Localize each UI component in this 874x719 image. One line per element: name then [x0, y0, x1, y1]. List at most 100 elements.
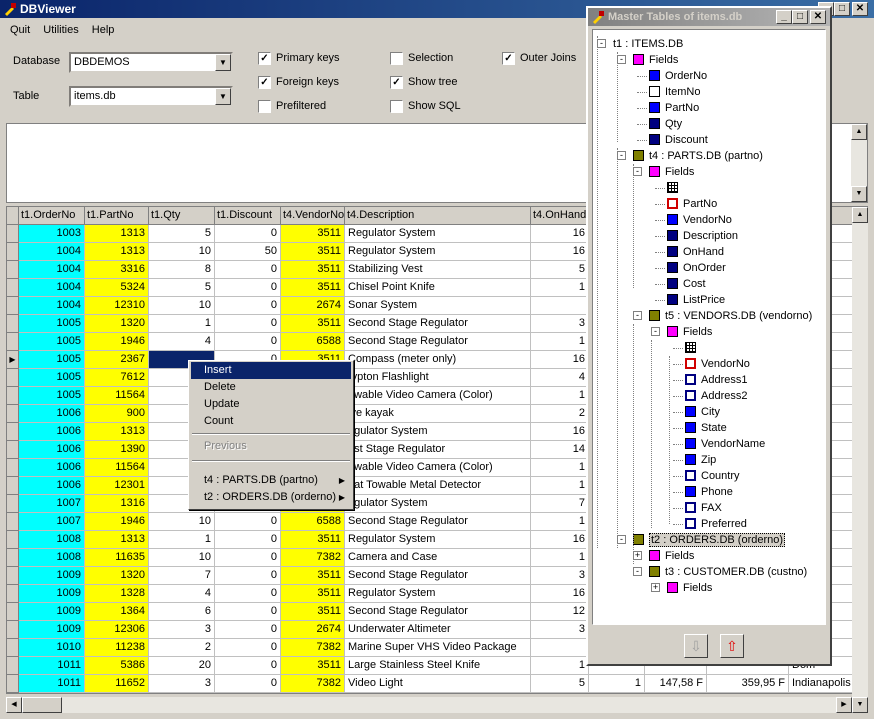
tree-node[interactable]: Fields: [667, 324, 712, 340]
column-header[interactable]: t1.Qty: [149, 207, 215, 225]
column-header[interactable]: t1.Discount: [215, 207, 281, 225]
row-indicator[interactable]: [7, 567, 19, 585]
table-cell[interactable]: rypton Flashlight: [345, 369, 531, 387]
table-cell[interactable]: 1006: [19, 423, 85, 441]
table-cell[interactable]: 3511: [281, 243, 345, 261]
table-cell[interactable]: 147,58 F: [645, 675, 707, 693]
table-cell[interactable]: 14: [531, 441, 589, 459]
table-cell[interactable]: Regulator System: [345, 585, 531, 603]
table-cell[interactable]: 1: [149, 531, 215, 549]
tree-node[interactable]: ListPrice: [667, 292, 725, 308]
table-cell[interactable]: oat Towable Metal Detector: [345, 477, 531, 495]
table-cell[interactable]: 12301: [85, 477, 149, 495]
master-maximize-button[interactable]: □: [792, 10, 808, 24]
table-cell[interactable]: 1011: [19, 675, 85, 693]
table-cell[interactable]: 0: [215, 513, 281, 531]
menu-count[interactable]: Count: [191, 413, 351, 430]
checkbox-box[interactable]: [258, 100, 271, 113]
menu-utilities[interactable]: Utilities: [43, 24, 78, 36]
table-cell[interactable]: 1005: [19, 369, 85, 387]
table-cell[interactable]: 1320: [85, 315, 149, 333]
table-select[interactable]: items.db ▼: [69, 86, 233, 107]
table-cell[interactable]: 1009: [19, 621, 85, 639]
table-cell[interactable]: 1: [531, 513, 589, 531]
row-indicator[interactable]: [7, 279, 19, 297]
table-cell[interactable]: 3511: [281, 567, 345, 585]
table-cell[interactable]: 12306: [85, 621, 149, 639]
table-cell[interactable]: 1328: [85, 585, 149, 603]
table-cell[interactable]: 0: [215, 315, 281, 333]
table-cell[interactable]: 1390: [85, 441, 149, 459]
table-cell[interactable]: 10: [149, 243, 215, 261]
checkbox-box[interactable]: ✓: [390, 76, 403, 89]
table-cell[interactable]: Indianapolis: [789, 675, 853, 693]
table-cell[interactable]: Second Stage Regulator: [345, 603, 531, 621]
table-cell[interactable]: 0: [215, 297, 281, 315]
table-cell[interactable]: 1: [531, 279, 589, 297]
table-cell[interactable]: 16: [531, 351, 589, 369]
table-cell[interactable]: 16: [531, 423, 589, 441]
table-cell[interactable]: 6588: [281, 513, 345, 531]
main-maximize-button[interactable]: □: [834, 2, 850, 16]
tree-node[interactable]: Description: [667, 228, 738, 244]
tree-node[interactable]: t2 : ORDERS.DB (orderno): [633, 532, 786, 548]
checkbox-box[interactable]: ✓: [258, 52, 271, 65]
table-cell[interactable]: 7612: [85, 369, 149, 387]
table-cell[interactable]: 1364: [85, 603, 149, 621]
row-indicator[interactable]: [7, 531, 19, 549]
table-cell[interactable]: 11238: [85, 639, 149, 657]
table-cell[interactable]: 7382: [281, 639, 345, 657]
table-cell[interactable]: 5: [149, 279, 215, 297]
table-cell[interactable]: Regulator System: [345, 225, 531, 243]
tree-node[interactable]: t4 : PARTS.DB (partno): [633, 148, 763, 164]
tree-node[interactable]: Address1: [685, 372, 747, 388]
table-cell[interactable]: 10: [149, 297, 215, 315]
scroll-thumb[interactable]: [22, 697, 62, 713]
show-tree-checkbox[interactable]: ✓ Show tree: [390, 76, 458, 90]
row-indicator[interactable]: [7, 387, 19, 405]
table-cell[interactable]: 1946: [85, 513, 149, 531]
table-cell[interactable]: 1: [589, 675, 645, 693]
tree-node[interactable]: State: [685, 420, 727, 436]
table-cell[interactable]: 1: [531, 477, 589, 495]
column-header[interactable]: t4.VendorNo: [281, 207, 345, 225]
row-indicator[interactable]: [7, 675, 19, 693]
row-indicator[interactable]: [7, 441, 19, 459]
table-cell[interactable]: [531, 297, 589, 315]
table-cell[interactable]: 3: [531, 315, 589, 333]
table-cell[interactable]: 1313: [85, 243, 149, 261]
tree-node[interactable]: VendorName: [685, 436, 765, 452]
tree-node[interactable]: Fields: [633, 52, 678, 68]
scroll-down-icon[interactable]: ▼: [852, 697, 868, 713]
column-header[interactable]: t4.OnHand: [531, 207, 589, 225]
tree-node[interactable]: Discount: [649, 132, 708, 148]
table-cell[interactable]: 16: [531, 225, 589, 243]
tree-node[interactable]: Fields: [649, 164, 694, 180]
table-cell[interactable]: 1009: [19, 603, 85, 621]
table-cell[interactable]: 900: [85, 405, 149, 423]
master-tree[interactable]: - t1 : ITEMS.DB - Fields OrderNo ItemNo PartNo…: [592, 29, 826, 625]
menu-quit[interactable]: Quit: [10, 24, 30, 36]
column-header[interactable]: t1.OrderNo: [19, 207, 85, 225]
table-cell[interactable]: ive kayak: [345, 405, 531, 423]
table-cell[interactable]: 7382: [281, 549, 345, 567]
outer-joins-checkbox[interactable]: ✓ Outer Joins: [502, 52, 576, 66]
menu-help[interactable]: Help: [92, 24, 115, 36]
table-cell[interactable]: 3511: [281, 585, 345, 603]
memo-scrollbar[interactable]: ▲ ▼: [851, 124, 867, 202]
table-cell[interactable]: 3: [531, 567, 589, 585]
table-cell[interactable]: 0: [215, 567, 281, 585]
table-cell[interactable]: 0: [215, 639, 281, 657]
row-indicator[interactable]: [7, 297, 19, 315]
tree-node[interactable]: City: [685, 404, 720, 420]
tree-node[interactable]: Fields: [667, 580, 712, 596]
scroll-up-icon[interactable]: ▲: [852, 207, 868, 223]
table-cell[interactable]: 2674: [281, 621, 345, 639]
table-cell[interactable]: [531, 639, 589, 657]
scroll-up-icon[interactable]: ▲: [851, 124, 867, 140]
table-cell[interactable]: 12310: [85, 297, 149, 315]
row-indicator[interactable]: [7, 495, 19, 513]
row-indicator[interactable]: [7, 423, 19, 441]
row-indicator[interactable]: [7, 225, 19, 243]
table-cell[interactable]: 3511: [281, 225, 345, 243]
